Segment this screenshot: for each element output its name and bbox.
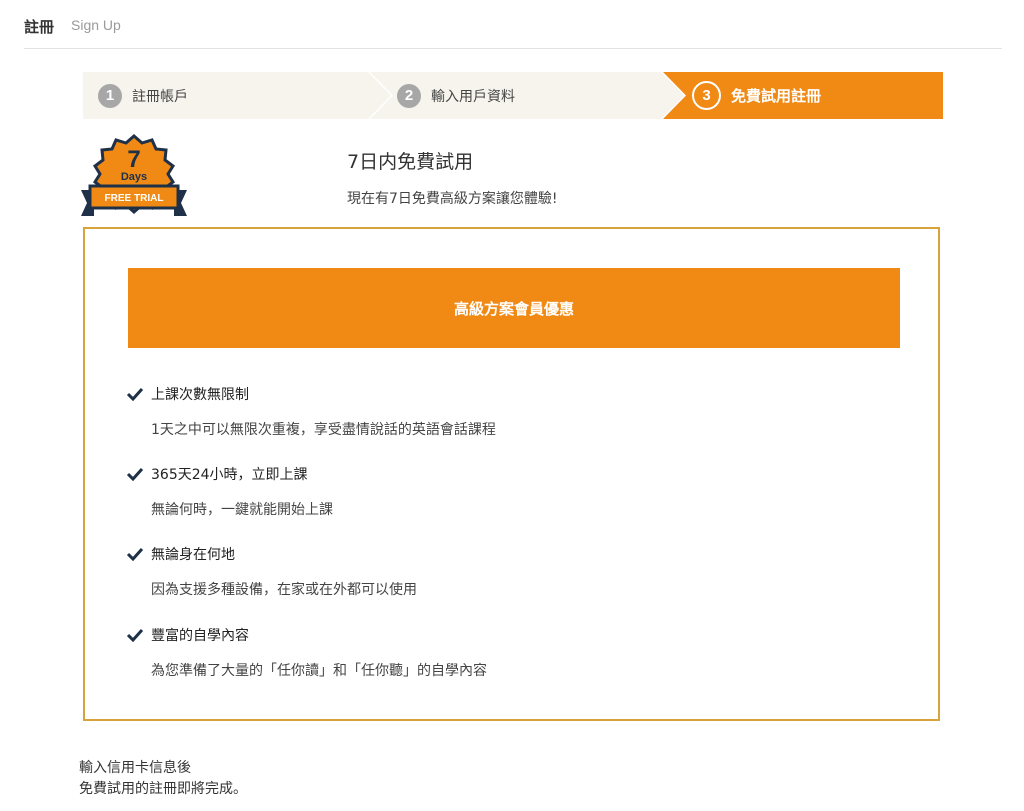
- feature-unlimited-lessons: 上課次數無限制 1天之中可以無限次重複，享受盡情說話的英語會話課程: [126, 384, 496, 439]
- footer-note: 輸入信用卡信息後 免費試用的註冊即將完成。: [79, 758, 247, 800]
- feature-desc: 為您準備了大量的「任你讀」和「任你聽」的自學內容: [151, 663, 487, 679]
- step-1: 1 註冊帳戶: [98, 72, 188, 119]
- page-header: 註冊 Sign Up: [24, 0, 1002, 49]
- feature-anytime: 365天24小時，立即上課 無論何時，一鍵就能開始上課: [126, 464, 333, 519]
- footer-line-1: 輸入信用卡信息後: [79, 760, 191, 776]
- progress-steps: 1 註冊帳戶 2 輸入用戶資料 3 免費試用註冊: [83, 72, 943, 119]
- feature-desc: 無論何時，一鍵就能開始上課: [151, 502, 333, 518]
- page-title: 註冊: [24, 18, 55, 36]
- feature-self-study: 豐富的自學內容 為您準備了大量的「任你讀」和「任你聽」的自學內容: [126, 625, 487, 680]
- step-1-label: 註冊帳戶: [132, 88, 188, 105]
- feature-anywhere: 無論身在何地 因為支援多種設備，在家或在外都可以使用: [126, 544, 417, 599]
- trial-title: 7日内免費試用: [347, 151, 474, 173]
- step-2-label: 輸入用戶資料: [431, 88, 515, 105]
- step-2: 2 輸入用戶資料: [397, 72, 515, 119]
- footer-line-2: 免費試用的註冊即將完成。: [79, 781, 247, 797]
- feature-title: 365天24小時，立即上課: [151, 467, 308, 483]
- feature-title: 豐富的自學內容: [151, 628, 249, 644]
- feature-desc: 因為支援多種設備，在家或在外都可以使用: [151, 582, 417, 598]
- step-3-label: 免費試用註冊: [731, 87, 822, 105]
- page-subtitle: Sign Up: [71, 17, 121, 33]
- checkmark-icon: [126, 387, 144, 401]
- premium-benefits-box: 高級方案會員優惠 上課次數無限制 1天之中可以無限次重複，享受盡情說話的英語會話…: [83, 227, 940, 721]
- checkmark-icon: [126, 547, 144, 561]
- badge-number: 7: [127, 146, 140, 173]
- step-3: 3 免費試用註冊: [692, 72, 821, 119]
- step-2-number: 2: [397, 83, 421, 108]
- badge-ribbon-text: FREE TRIAL: [105, 193, 164, 204]
- free-trial-badge-icon: 7 Days FREE TRIAL: [81, 134, 187, 216]
- feature-desc: 1天之中可以無限次重複，享受盡情說話的英語會話課程: [151, 422, 496, 438]
- checkmark-icon: [126, 628, 144, 642]
- checkmark-icon: [126, 467, 144, 481]
- badge-days: Days: [121, 171, 147, 183]
- feature-title: 上課次數無限制: [151, 387, 249, 403]
- feature-title: 無論身在何地: [151, 547, 235, 563]
- step-1-number: 1: [98, 83, 122, 108]
- premium-banner: 高級方案會員優惠: [128, 268, 900, 348]
- trial-subtitle: 現在有7日免費高級方案讓您體驗!: [347, 191, 558, 207]
- step-3-number: 3: [692, 81, 721, 110]
